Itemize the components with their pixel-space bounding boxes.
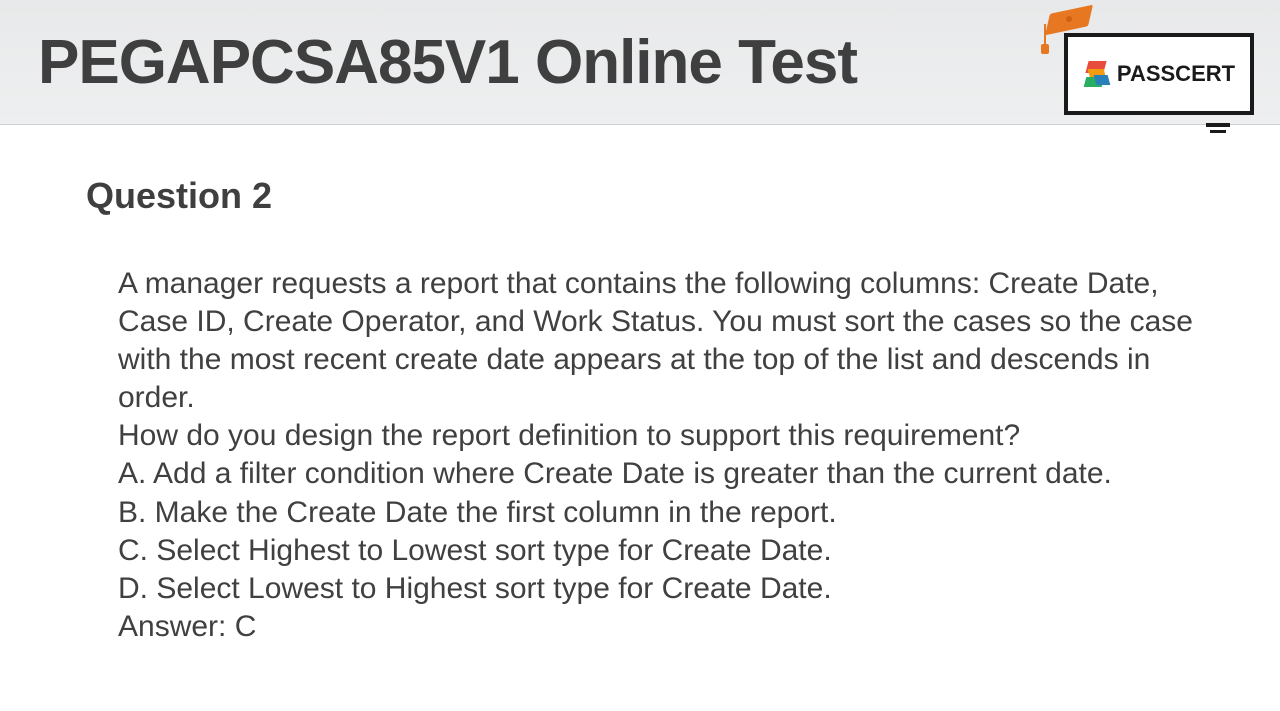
brand-logo: PASSCERT bbox=[1052, 8, 1262, 133]
option-b: B. Make the Create Date the first column… bbox=[118, 494, 1200, 532]
logo-frame: PASSCERT bbox=[1064, 33, 1254, 115]
logo-text: PASSCERT bbox=[1117, 61, 1235, 87]
question-prompt: How do you design the report definition … bbox=[118, 417, 1200, 455]
question-body: A manager requests a report that contain… bbox=[86, 265, 1200, 646]
question-content: Question 2 A manager requests a report t… bbox=[0, 125, 1280, 646]
header-bar: PEGAPCSA85V1 Online Test PASSCERT bbox=[0, 0, 1280, 125]
question-number: Question 2 bbox=[86, 175, 1200, 217]
monitor-stand-icon bbox=[1206, 123, 1230, 127]
monitor-base-icon bbox=[1210, 130, 1226, 133]
passcert-s-icon bbox=[1083, 59, 1113, 89]
option-d: D. Select Lowest to Highest sort type fo… bbox=[118, 570, 1200, 608]
option-c: C. Select Highest to Lowest sort type fo… bbox=[118, 532, 1200, 570]
page-title: PEGAPCSA85V1 Online Test bbox=[38, 27, 857, 98]
option-a: A. Add a filter condition where Create D… bbox=[118, 455, 1200, 493]
question-scenario: A manager requests a report that contain… bbox=[118, 265, 1200, 417]
answer: Answer: C bbox=[118, 608, 1200, 646]
